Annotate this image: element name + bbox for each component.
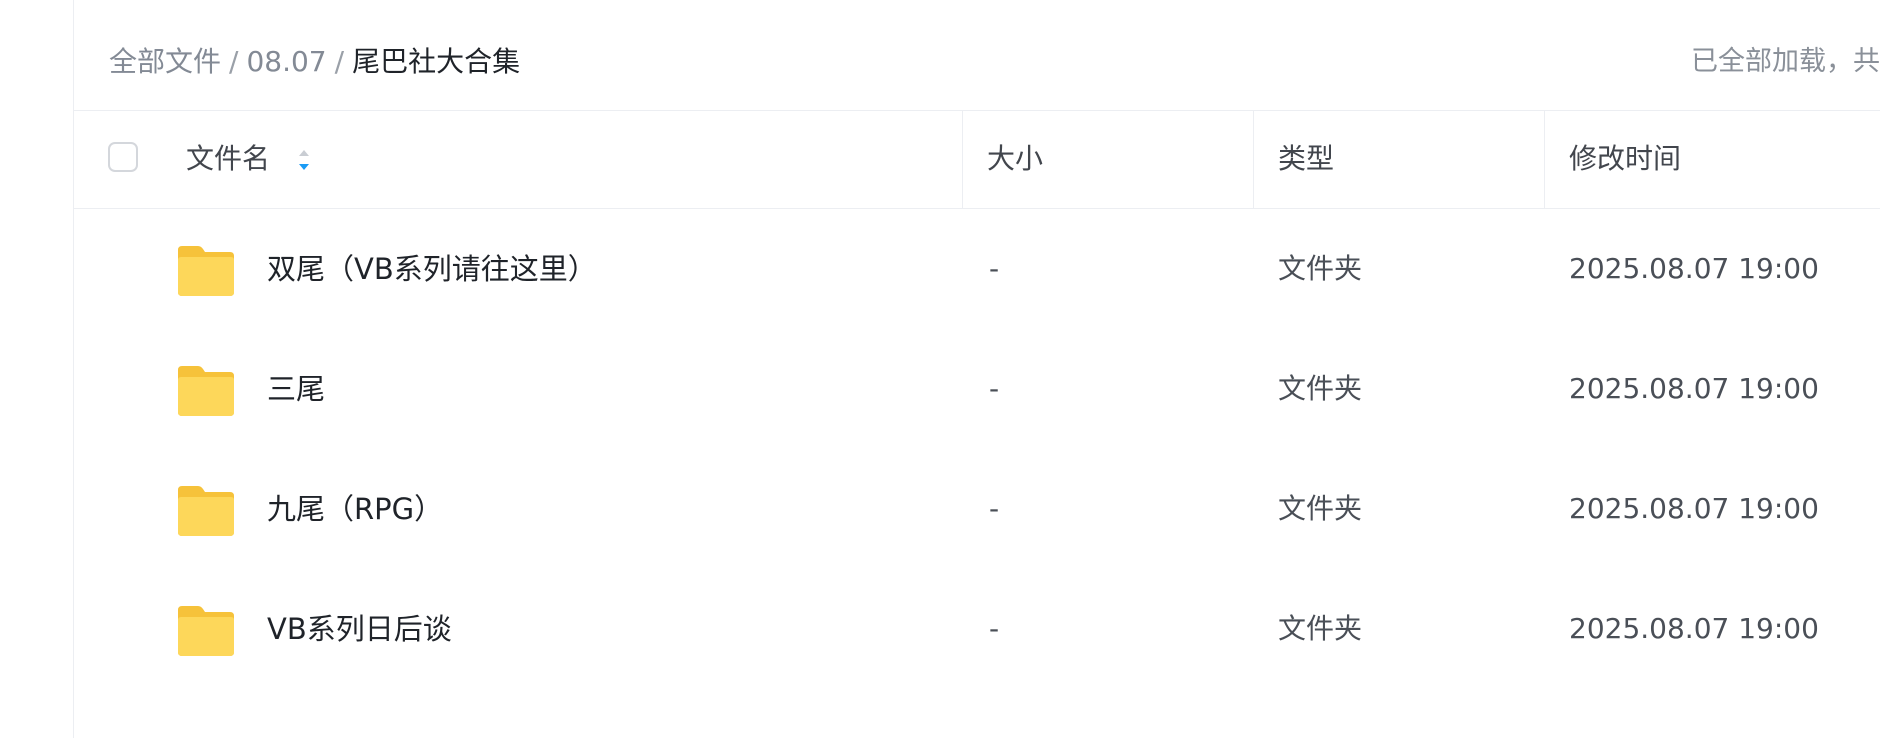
file-size: - [989, 252, 1000, 285]
file-name[interactable]: 三尾 [267, 369, 325, 409]
folder-icon [178, 366, 234, 416]
file-size: - [989, 612, 1000, 645]
column-header-size[interactable]: 大小 [987, 139, 1043, 179]
column-header-name[interactable]: 文件名 [186, 139, 270, 179]
file-modified-time: 2025.08.07 19:00 [1569, 252, 1819, 285]
breadcrumb-current-folder: 尾巴社大合集 [352, 45, 521, 78]
file-name[interactable]: VB系列日后谈 [267, 609, 452, 649]
load-status-text: 已全部加载，共 [1691, 46, 1880, 77]
file-size: - [989, 492, 1000, 525]
file-modified-time: 2025.08.07 19:00 [1569, 372, 1819, 405]
table-row[interactable]: 双尾（VB系列请往这里） - 文件夹 2025.08.07 19:00 [74, 209, 1880, 329]
folder-icon [178, 606, 234, 656]
select-all-checkbox[interactable] [108, 142, 138, 172]
column-divider[interactable] [962, 111, 963, 208]
breadcrumb-separator: / [334, 45, 345, 78]
column-divider[interactable] [1544, 111, 1545, 208]
file-modified-time: 2025.08.07 19:00 [1569, 612, 1819, 645]
table-row[interactable]: 三尾 - 文件夹 2025.08.07 19:00 [74, 329, 1880, 449]
column-header-modified[interactable]: 修改时间 [1569, 139, 1681, 179]
file-type: 文件夹 [1278, 492, 1363, 525]
column-header-type[interactable]: 类型 [1278, 139, 1334, 179]
file-name[interactable]: 九尾（RPG） [267, 489, 443, 529]
table-row[interactable]: VB系列日后谈 - 文件夹 2025.08.07 19:00 [74, 569, 1880, 689]
sort-icon[interactable] [296, 146, 312, 176]
table-row[interactable]: 九尾（RPG） - 文件夹 2025.08.07 19:00 [74, 449, 1880, 569]
left-sidebar-edge [0, 0, 74, 738]
breadcrumb-item-all-files[interactable]: 全部文件 [109, 45, 221, 78]
file-type: 文件夹 [1278, 612, 1363, 645]
breadcrumb-bar: 全部文件/08.07/尾巴社大合集 已全部加载，共 [74, 0, 1880, 111]
table-header: 文件名 大小 类型 修改时间 [74, 111, 1880, 209]
file-modified-time: 2025.08.07 19:00 [1569, 492, 1819, 525]
file-size: - [989, 372, 1000, 405]
column-divider[interactable] [1253, 111, 1254, 208]
file-type: 文件夹 [1278, 372, 1363, 405]
file-type: 文件夹 [1278, 252, 1363, 285]
folder-icon [178, 246, 234, 296]
file-name[interactable]: 双尾（VB系列请往这里） [267, 249, 597, 289]
folder-icon [178, 486, 234, 536]
breadcrumb-separator: / [229, 45, 239, 78]
breadcrumb: 全部文件/08.07/尾巴社大合集 [109, 42, 520, 82]
file-browser: 全部文件/08.07/尾巴社大合集 已全部加载，共 文件名 大小 类型 修改时间… [74, 0, 1880, 738]
breadcrumb-item-0807[interactable]: 08.07 [246, 45, 326, 78]
